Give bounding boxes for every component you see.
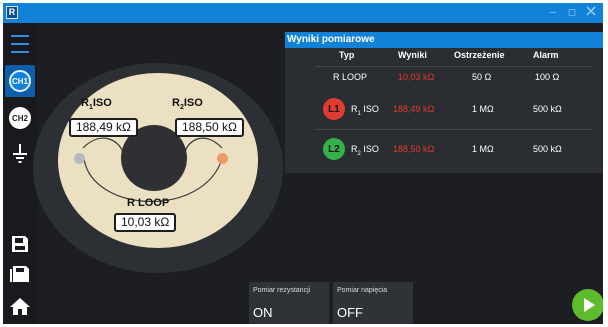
row-type: R LOOP: [333, 72, 368, 82]
terminal-r2: [217, 153, 228, 164]
table-row: R LOOP 10,03 kΩ 50 Ω 100 Ω: [285, 72, 603, 86]
resistance-toggle-label: Pomiar rezystancji: [253, 287, 311, 294]
column-header-alarm: Alarm: [533, 50, 559, 60]
terminal-r1: [74, 153, 85, 164]
row-warning: 1 MΩ: [472, 104, 494, 114]
column-header-warning: Ostrzeżenie: [454, 50, 505, 60]
r1-iso-value: 188,49 kΩ: [69, 118, 139, 137]
row-type: R2 ISO: [351, 144, 379, 157]
r1-iso-label: R1ISO: [81, 97, 112, 112]
close-button[interactable]: [584, 6, 598, 20]
resistance-toggle-value: ON: [253, 305, 273, 320]
resistance-toggle[interactable]: Pomiar rezystancji ON: [249, 282, 329, 324]
voltage-toggle-value: OFF: [337, 305, 363, 320]
l1-badge: L1: [323, 98, 345, 120]
rloop-value: 10,03 kΩ: [114, 213, 177, 232]
rloop-label: R LOOP: [127, 197, 170, 209]
l2-badge: L2: [323, 138, 345, 160]
row-alarm: 100 Ω: [535, 72, 560, 82]
row-alarm: 500 kΩ: [533, 144, 562, 154]
column-header-type: Typ: [339, 50, 355, 60]
results-divider: [315, 129, 591, 130]
row-warning: 1 MΩ: [472, 144, 494, 154]
row-type: R1 ISO: [351, 104, 379, 117]
home-icon: [10, 298, 30, 315]
sidebar-item-home[interactable]: [5, 291, 35, 321]
sidebar-item-memory[interactable]: [5, 259, 35, 289]
r2-iso-value: 188,50 kΩ: [175, 118, 245, 137]
maximize-button[interactable]: ◻: [565, 6, 579, 20]
results-panel: Wyniki pomiarowe Typ Wyniki Ostrzeżenie …: [285, 32, 603, 173]
minimize-button[interactable]: –: [546, 6, 560, 20]
voltage-toggle[interactable]: Pomiar napięcia OFF: [333, 282, 413, 324]
results-divider: [315, 66, 591, 67]
row-result: 10,03 kΩ: [398, 72, 435, 82]
close-icon: [586, 6, 596, 16]
voltage-toggle-label: Pomiar napięcia: [337, 287, 388, 294]
table-row: L1 R1 ISO 188,49 kΩ 1 MΩ 500 kΩ: [285, 94, 603, 124]
results-header-row: Typ Wyniki Ostrzeżenie Alarm: [285, 50, 603, 64]
start-measurement-button[interactable]: [572, 289, 603, 321]
column-header-results: Wyniki: [398, 50, 427, 60]
row-alarm: 500 kΩ: [533, 104, 562, 114]
memory-icon: [10, 266, 29, 282]
r2-iso-label: R2ISO: [172, 97, 203, 112]
row-result: 188,49 kΩ: [393, 104, 435, 114]
row-warning: 50 Ω: [472, 72, 492, 82]
results-title: Wyniki pomiarowe: [285, 32, 603, 48]
table-row: L2 R2 ISO 188,50 kΩ 1 MΩ 500 kΩ: [285, 134, 603, 164]
row-result: 188,50 kΩ: [393, 144, 435, 154]
app-window: R – ◻ CH1 CH2 R1ISO 188,49 kΩ R2ISO 188,…: [3, 3, 603, 324]
